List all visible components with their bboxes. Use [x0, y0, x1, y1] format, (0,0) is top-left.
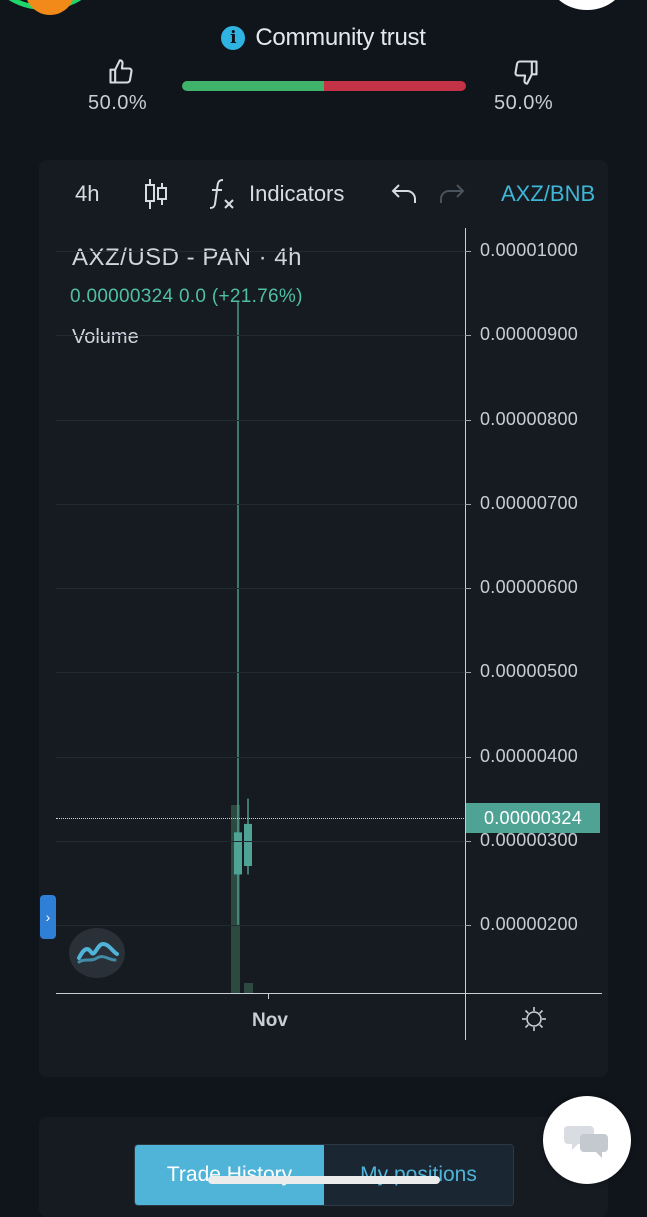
symbol-switch-button[interactable]: AXZ/BNB: [501, 170, 595, 218]
thumbs-down-icon[interactable]: [512, 58, 540, 86]
chat-button[interactable]: [543, 1096, 631, 1184]
thumbs-up-icon[interactable]: [107, 58, 135, 86]
indicators-button[interactable]: Indicators: [249, 170, 344, 218]
candle-body: [244, 823, 252, 867]
grid-line: [56, 841, 466, 842]
interval-button[interactable]: 4h: [75, 170, 99, 218]
grid-line: [56, 420, 466, 421]
price-axis-label: 0.00000900: [480, 324, 579, 344]
community-trust-header: i Community trust: [0, 18, 647, 58]
chat-icon: [564, 1126, 608, 1158]
price-axis-line: [465, 228, 466, 1040]
side-toggle-button[interactable]: ›: [40, 895, 56, 939]
grid-line: [56, 504, 466, 505]
price-tick: [465, 588, 471, 589]
price-axis-label: 0.00000600: [480, 577, 579, 597]
info-icon[interactable]: i: [221, 26, 246, 50]
time-axis-label: Nov: [252, 1010, 288, 1031]
chart-legend-values: 0.00000324 0.0 (+21.76%): [70, 286, 303, 307]
function-icon[interactable]: [207, 170, 237, 218]
grid-line: [56, 757, 466, 758]
price-tick: [465, 672, 471, 673]
price-axis-label: 0.00000400: [480, 746, 579, 766]
token-logo: [0, 0, 100, 15]
grid-line: [56, 335, 466, 336]
price-axis-label: 0.00000300: [480, 830, 579, 850]
price-axis-label: 0.00000200: [480, 914, 579, 934]
price-axis-label: 0.00000800: [480, 409, 579, 429]
price-tick: [465, 251, 471, 252]
tab-trade-history[interactable]: Trade History: [135, 1145, 324, 1205]
grid-line: [56, 588, 466, 589]
price-axis-label: 0.00000500: [480, 661, 579, 681]
price-tick: [465, 420, 471, 421]
trust-bar-down: [324, 81, 466, 91]
chart-toolbar: 4h Indicators AXZ/BNB: [39, 170, 608, 218]
tab-my-positions[interactable]: My positions: [324, 1145, 513, 1205]
trust-bar: [182, 81, 466, 91]
price-axis-label: 0.00001000: [480, 240, 579, 260]
top-right-button[interactable]: [547, 0, 627, 10]
down-percent: 50.0%: [494, 92, 554, 114]
current-price-label: 0.00000324: [466, 803, 600, 833]
candle-body: [234, 832, 242, 875]
gear-icon[interactable]: [520, 1005, 548, 1033]
grid-line: [56, 251, 466, 252]
time-tick: [268, 993, 269, 999]
volume-label: Volume: [72, 326, 139, 348]
price-tick: [465, 757, 471, 758]
trust-bar-up: [182, 81, 324, 91]
price-tick: [465, 841, 471, 842]
community-trust-title: Community trust: [255, 24, 426, 51]
grid-line: [56, 672, 466, 673]
chart-legend-title: AXZ/USD - PAN · 4h: [72, 244, 302, 271]
current-price-line: [56, 818, 466, 819]
price-tick: [465, 504, 471, 505]
price-tick: [465, 335, 471, 336]
redo-icon[interactable]: [439, 170, 465, 218]
time-axis-line: [56, 993, 602, 994]
home-indicator: [208, 1176, 440, 1184]
grid-line: [56, 925, 466, 926]
tab-bar: Trade History My positions: [134, 1144, 514, 1206]
tradingview-logo[interactable]: [69, 928, 125, 978]
volume-bar: [244, 983, 253, 993]
price-tick: [465, 925, 471, 926]
candles-icon[interactable]: [142, 170, 170, 218]
undo-icon[interactable]: [391, 170, 417, 218]
price-axis-label: 0.00000700: [480, 493, 579, 513]
up-percent: 50.0%: [88, 92, 148, 114]
